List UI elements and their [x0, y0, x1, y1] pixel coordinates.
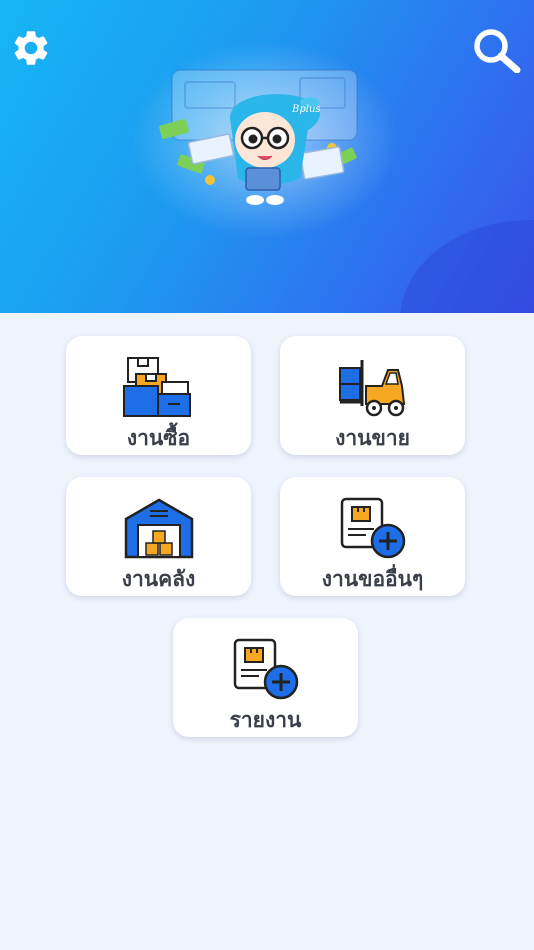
banner-decoration [400, 220, 534, 313]
mascot-logo-text: Bplus [291, 104, 321, 115]
sales-label: งานขาย [335, 426, 410, 450]
purchase-menu-button[interactable]: งานซื้อ [66, 336, 251, 455]
warehouse-icon [124, 498, 193, 559]
gear-icon[interactable] [10, 27, 52, 69]
sales-menu-button[interactable]: งานขาย [280, 336, 465, 455]
mascot-illustration: Bplus [159, 69, 358, 205]
header-banner: Bplus [0, 0, 534, 313]
document-add-icon [233, 638, 298, 700]
reports-label: รายงาน [229, 708, 302, 732]
search-icon[interactable] [472, 27, 522, 73]
requests-menu-button[interactable]: งานขออื่นๆ [280, 477, 465, 596]
purchase-label: งานซื้อ [126, 426, 191, 450]
document-add-icon [340, 497, 405, 559]
warehouse-label: งานคลัง [121, 567, 196, 591]
requests-label: งานขออื่นๆ [321, 567, 424, 591]
boxes-icon [122, 357, 191, 417]
reports-menu-button[interactable]: รายงาน [173, 618, 358, 737]
warehouse-menu-button[interactable]: งานคลัง [66, 477, 251, 596]
forklift-icon [338, 360, 405, 417]
